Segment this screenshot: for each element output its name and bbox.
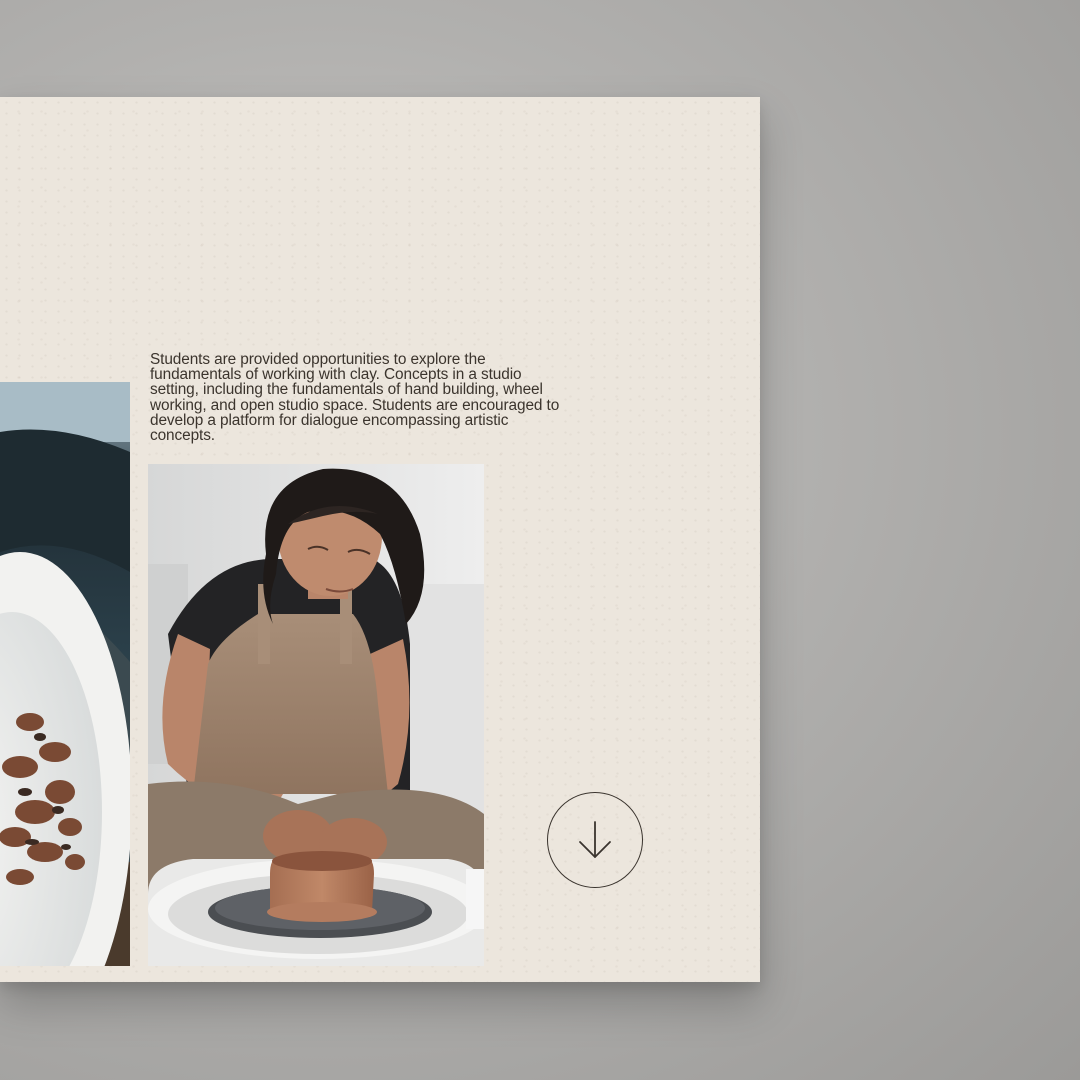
- potter-at-wheel-photo: [148, 464, 484, 966]
- section-description: Students are provided opportunities to e…: [150, 351, 560, 445]
- page-card: Students are provided opportunities to e…: [0, 97, 760, 982]
- clay-bowl-photo: [0, 382, 130, 966]
- scroll-down-button[interactable]: [547, 792, 643, 888]
- arrow-down-icon: [579, 821, 611, 858]
